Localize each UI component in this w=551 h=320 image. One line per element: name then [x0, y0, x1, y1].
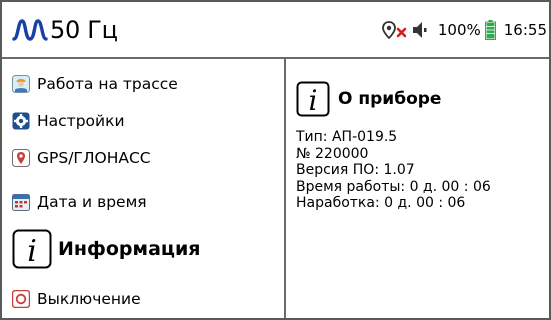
info-panel: i О приборе Тип: АП-019.5 № 220000 Верси…: [288, 59, 549, 318]
battery-full-icon: [484, 20, 496, 40]
panel-header: i О приборе: [296, 79, 441, 119]
detail-operating-hours: Наработка: 0 д. 00 : 06: [296, 195, 466, 211]
detail-software-version: Версия ПО: 1.07: [296, 162, 415, 178]
menu-item-information[interactable]: i Информация: [12, 225, 200, 273]
waveform-logo-icon: [12, 19, 48, 41]
info-icon: i: [12, 229, 52, 269]
clock-time: 16:55: [503, 21, 547, 39]
main-menu: Работа на трассе Настройки GPS/ГЛОНАСС Д…: [2, 59, 286, 318]
svg-text:i: i: [309, 84, 318, 117]
worker-icon: [12, 75, 30, 93]
gps-off-icon: [381, 21, 407, 39]
detail-type: Тип: АП-019.5: [296, 129, 398, 145]
gear-icon: [12, 112, 30, 130]
svg-text:i: i: [27, 234, 37, 269]
menu-item-gps[interactable]: GPS/ГЛОНАСС: [12, 145, 151, 171]
menu-item-shutdown[interactable]: Выключение: [12, 286, 141, 312]
menu-item-label: Настройки: [37, 112, 125, 130]
status-bar: 50 Гц 100% 16:55: [2, 2, 549, 59]
frequency-indicator: 50 Гц: [12, 12, 118, 48]
detail-serial-number: № 220000: [296, 145, 369, 162]
menu-item-label: Работа на трассе: [37, 75, 178, 93]
power-icon: [12, 290, 30, 308]
menu-item-route-work[interactable]: Работа на трассе: [12, 71, 178, 97]
menu-item-label: Дата и время: [37, 193, 147, 211]
menu-item-datetime[interactable]: Дата и время: [12, 189, 147, 215]
volume-low-icon: [412, 22, 427, 38]
location-pin-icon: [12, 149, 30, 167]
info-icon: i: [296, 81, 330, 117]
menu-item-label: Выключение: [37, 290, 141, 308]
menu-item-label: GPS/ГЛОНАСС: [37, 149, 151, 167]
menu-item-label: Информация: [58, 238, 201, 260]
device-screen: 50 Гц 100% 16:55 Работа на трассе Настро…: [0, 0, 551, 320]
status-icons: 100% 16:55: [378, 18, 547, 42]
battery-percent: 100%: [437, 21, 481, 39]
calendar-icon: [12, 194, 30, 211]
menu-item-settings[interactable]: Настройки: [12, 108, 125, 134]
detail-uptime: Время работы: 0 д. 00 : 06: [296, 178, 491, 195]
panel-title: О приборе: [338, 89, 442, 109]
device-details: Тип: АП-019.5 № 220000 Версия ПО: 1.07 В…: [296, 129, 491, 212]
frequency-label: 50 Гц: [50, 16, 118, 44]
